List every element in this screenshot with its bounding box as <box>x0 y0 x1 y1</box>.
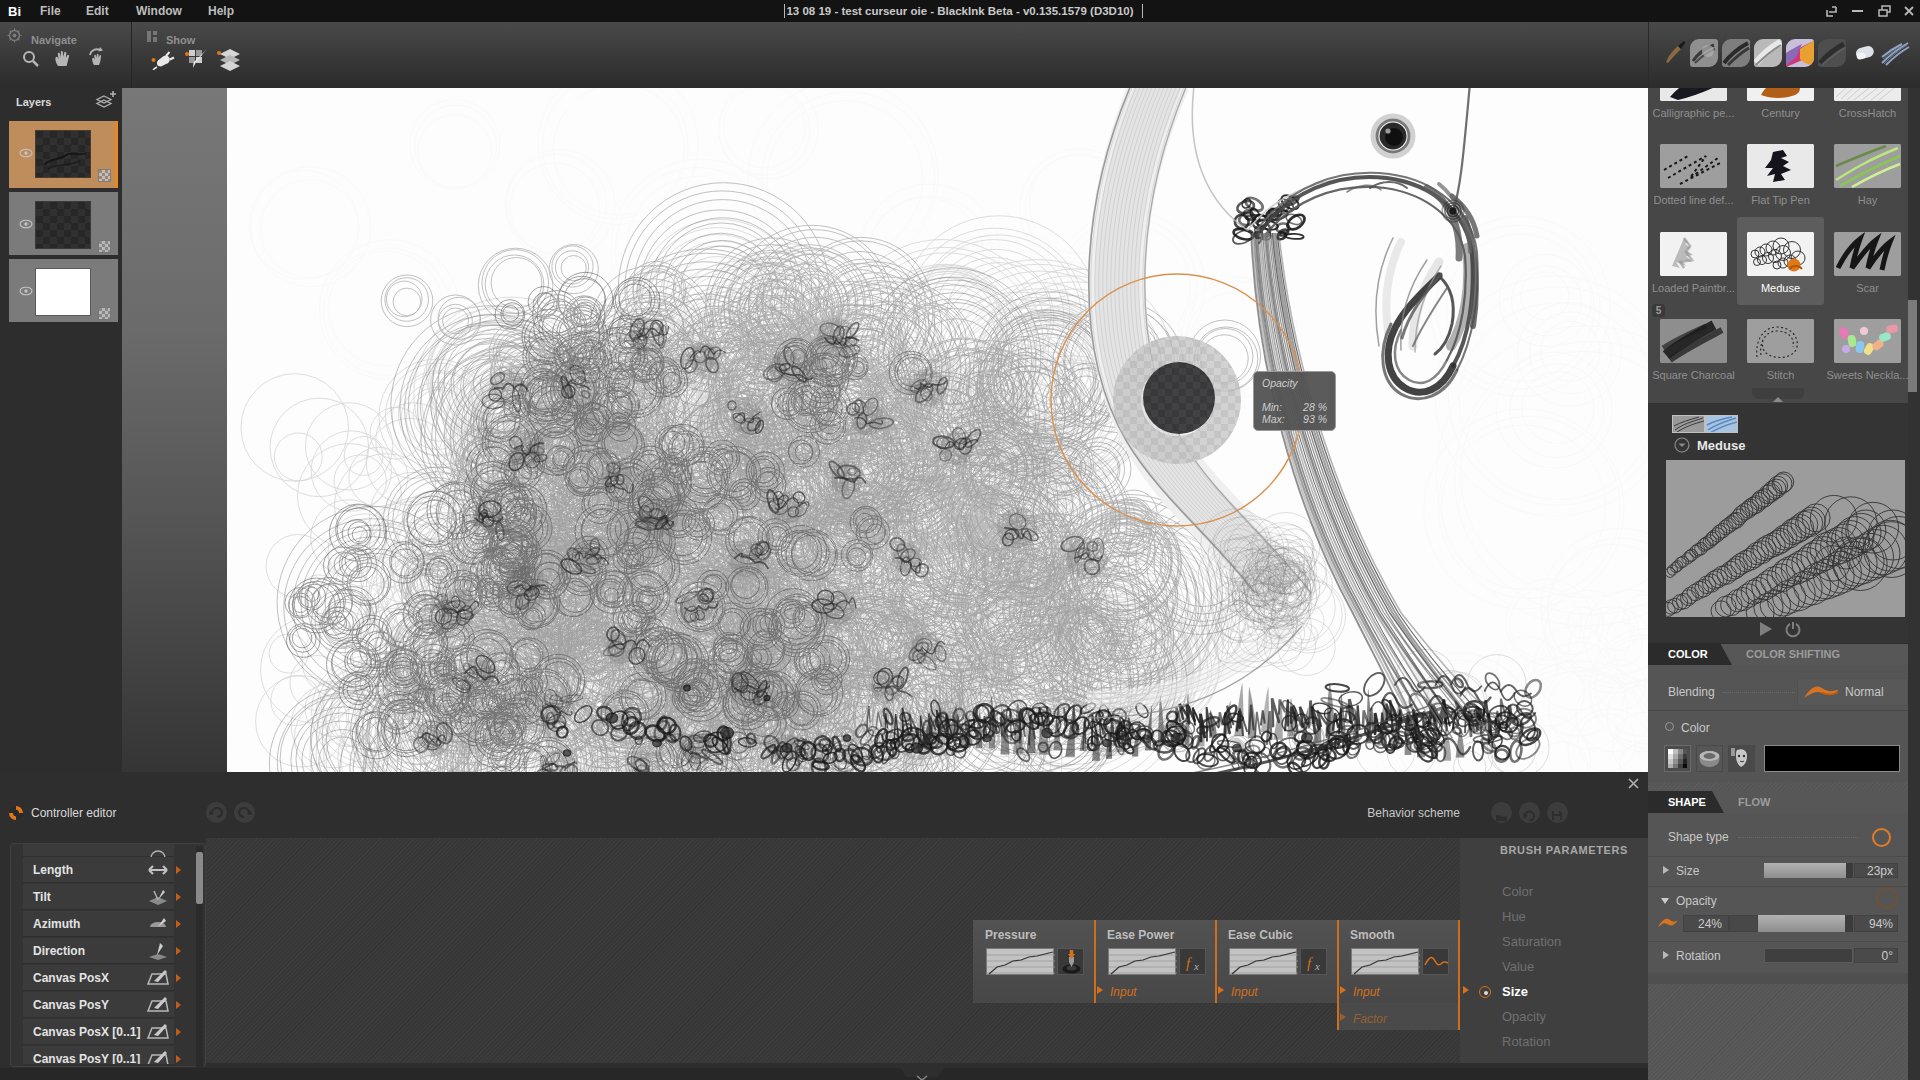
svg-text:f: f <box>1186 955 1192 971</box>
svg-text:x: x <box>1314 960 1320 972</box>
svg-text:x: x <box>1193 960 1199 972</box>
svg-text:f: f <box>1307 955 1313 971</box>
